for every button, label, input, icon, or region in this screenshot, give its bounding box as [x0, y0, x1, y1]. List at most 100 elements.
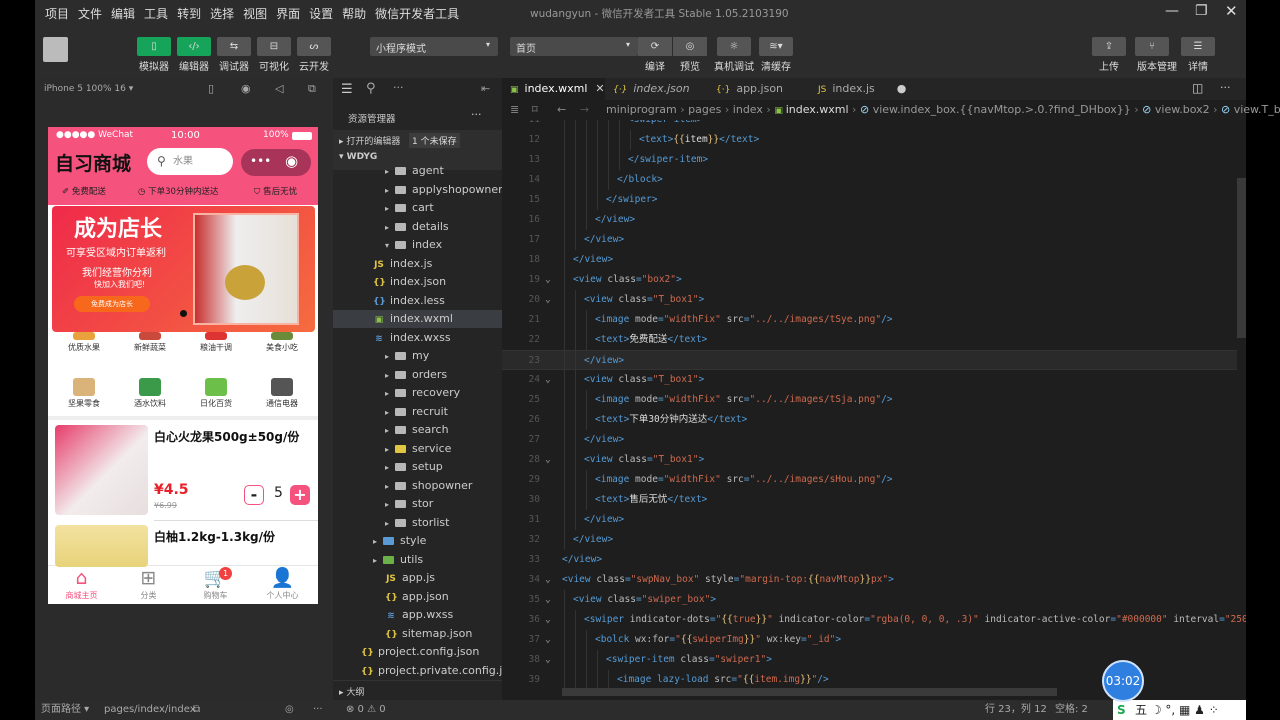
- banner[interactable]: 成为店长 可享受区域内订单返利 我们经营你分利 快加入我们吧! 免费成为店长: [52, 206, 315, 332]
- bookmark-icon[interactable]: ⌑: [532, 100, 538, 120]
- close-button[interactable]: ✕: [1225, 2, 1238, 20]
- code-line[interactable]: 24 ⌄ <view class="T_box1">: [502, 370, 1237, 390]
- recording-timer[interactable]: 03:02: [1102, 660, 1144, 702]
- code-line[interactable]: 33 </view>: [502, 550, 1237, 570]
- cloud-button[interactable]: ᔕ: [297, 37, 331, 56]
- tree-item-my[interactable]: ▸ my: [333, 347, 502, 365]
- tree-item-stor[interactable]: ▸ stor: [333, 495, 502, 513]
- tree-item-sitemap-json[interactable]: {} sitemap.json: [333, 625, 502, 643]
- swiper-dot[interactable]: [180, 310, 187, 317]
- tab-index-json[interactable]: {·} index.json: [605, 78, 708, 100]
- tree-item-utils[interactable]: ▸ utils: [333, 551, 502, 569]
- problems[interactable]: ⊗ 0 ⚠ 0: [346, 700, 386, 720]
- horizontal-scrollbar[interactable]: [562, 688, 1057, 696]
- collapse-icon[interactable]: ⇤: [481, 82, 490, 95]
- tree-item-app-json[interactable]: {} app.json: [333, 588, 502, 606]
- fold-chevron-icon[interactable]: ⌄: [545, 590, 551, 610]
- category-item[interactable]: 优质水果: [54, 332, 114, 353]
- cursor-position[interactable]: 行 23，列 12: [985, 700, 1047, 720]
- category-item[interactable]: 粮油干调: [186, 332, 246, 353]
- tree-item-service[interactable]: ▸ service: [333, 440, 502, 458]
- more-icon[interactable]: ···: [1220, 81, 1231, 94]
- record-icon[interactable]: ◉: [241, 82, 251, 95]
- remote-debug-button[interactable]: ☼: [717, 37, 751, 56]
- split-editor-icon[interactable]: ◫: [1192, 81, 1203, 95]
- tree-item-project-private-config-js---[interactable]: {} project.private.config.js...: [333, 662, 519, 680]
- explorer-more-icon[interactable]: ···: [471, 108, 482, 121]
- more-icon[interactable]: ···: [313, 700, 323, 720]
- page-path-label[interactable]: 页面路径 ▾: [41, 700, 89, 720]
- open-editors[interactable]: ▸ 打开的编辑器: [339, 134, 400, 147]
- tree-item-index-json[interactable]: {} index.json: [333, 273, 502, 291]
- menu-item[interactable]: 界面: [276, 7, 300, 21]
- code-area[interactable]: 11 <swiper-item> 12 <text>{{item}}</text> 13…: [502, 120, 1246, 700]
- code-line[interactable]: 30 <text>售后无忧</text>: [502, 490, 1237, 510]
- outline-section[interactable]: ▸ 大纲: [333, 680, 502, 700]
- tab-category[interactable]: ⊞ 分类: [115, 566, 182, 601]
- back-icon[interactable]: ←: [557, 100, 566, 120]
- vertical-scrollbar[interactable]: [1237, 178, 1246, 338]
- tree-item-index[interactable]: ▾ index: [333, 236, 502, 254]
- category-item[interactable]: 坚果零食: [54, 372, 114, 409]
- menu-item[interactable]: 文件: [78, 7, 102, 21]
- forward-icon[interactable]: →: [580, 100, 589, 120]
- category-item[interactable]: 酒水饮料: [120, 372, 180, 409]
- banner-button[interactable]: 免费成为店长: [74, 296, 150, 312]
- close-tab-icon[interactable]: ✕: [595, 82, 604, 95]
- tab-index-js[interactable]: JS index.js ●: [810, 78, 910, 100]
- list-icon[interactable]: ☰: [341, 82, 353, 97]
- code-line[interactable]: 21 <image mode="widthFix" src="../../imag…: [502, 310, 1237, 330]
- copy-icon[interactable]: ⧉: [193, 700, 200, 720]
- minimize-button[interactable]: —: [1165, 3, 1179, 19]
- more-icon[interactable]: ···: [393, 81, 404, 94]
- root-folder[interactable]: ▾ WDYG: [339, 152, 377, 162]
- phone-icon[interactable]: ▯: [208, 82, 214, 95]
- search-input[interactable]: ⚲ 水果: [147, 148, 233, 175]
- category-item[interactable]: 通信电器: [252, 372, 312, 409]
- menu-item[interactable]: 转到: [177, 7, 201, 21]
- product-name[interactable]: 白柚1.2kg-1.3kg/份: [154, 528, 275, 545]
- code-line[interactable]: 12 <text>{{item}}</text>: [502, 130, 1237, 150]
- unsaved-dot-icon[interactable]: ●: [897, 82, 907, 95]
- tree-item-recruit[interactable]: ▸ recruit: [333, 403, 502, 421]
- clear-cache-button[interactable]: ≋▾: [759, 37, 793, 56]
- tab-cart[interactable]: 🛒 购物车: [182, 566, 249, 601]
- code-line[interactable]: 17 </view>: [502, 230, 1237, 250]
- fold-chevron-icon[interactable]: ⌄: [545, 570, 551, 590]
- breadcrumb-item[interactable]: view.index_box.{{navMtop.>.0.?find_DHbox…: [873, 103, 1131, 116]
- code-line[interactable]: 31 </view>: [502, 510, 1237, 530]
- tree-item-search[interactable]: ▸ search: [333, 421, 502, 439]
- tree-item-shopowner[interactable]: ▸ shopowner: [333, 477, 502, 495]
- exit-icon[interactable]: ◉: [285, 152, 298, 170]
- fold-chevron-icon[interactable]: ⌄: [545, 370, 551, 390]
- product-image[interactable]: [55, 425, 148, 515]
- version-button[interactable]: ⑂: [1135, 37, 1169, 56]
- avatar[interactable]: [43, 37, 68, 62]
- device-select[interactable]: iPhone 5 100% 16 ▾: [44, 84, 133, 94]
- breadcrumb-item[interactable]: index.wxml: [786, 103, 849, 116]
- code-line[interactable]: 37 ⌄ <bolck wx:for="{{swiperImg}}" wx:key=…: [502, 630, 1237, 650]
- breadcrumb-item[interactable]: view.T_box1: [1234, 103, 1280, 116]
- product-name[interactable]: 白心火龙果500g±50g/份: [154, 428, 299, 445]
- increase-button[interactable]: +: [290, 485, 310, 505]
- menu-item[interactable]: 视图: [243, 7, 267, 21]
- compile-button[interactable]: ⟳: [638, 37, 672, 56]
- tab-app-json[interactable]: {·} app.json: [708, 78, 810, 100]
- tree-item-storlist[interactable]: ▸ storlist: [333, 514, 502, 532]
- breadcrumb-item[interactable]: pages: [688, 103, 721, 116]
- indent-spaces[interactable]: 空格: 2: [1055, 700, 1088, 720]
- breadcrumb-item[interactable]: miniprogram: [606, 103, 677, 116]
- fold-chevron-icon[interactable]: ⌄: [545, 610, 551, 630]
- code-line[interactable]: 26 <text>下单30分钟内送达</text>: [502, 410, 1237, 430]
- preview-button[interactable]: ◎: [673, 37, 707, 56]
- code-line[interactable]: 29 <image mode="widthFix" src="../../imag…: [502, 470, 1237, 490]
- decrease-button[interactable]: -: [244, 485, 264, 505]
- menu-item[interactable]: 项目: [45, 7, 69, 21]
- tree-item-app-js[interactable]: JS app.js: [333, 569, 502, 587]
- code-line[interactable]: 15 </swiper>: [502, 190, 1237, 210]
- product-image[interactable]: [55, 525, 148, 567]
- list-icon[interactable]: ≣: [510, 100, 519, 120]
- tree-item-details[interactable]: ▸ details: [333, 218, 502, 236]
- tab-index-wxml[interactable]: ▣ index.wxml ✕: [502, 78, 605, 100]
- page-select[interactable]: 首页 ▾: [510, 37, 638, 56]
